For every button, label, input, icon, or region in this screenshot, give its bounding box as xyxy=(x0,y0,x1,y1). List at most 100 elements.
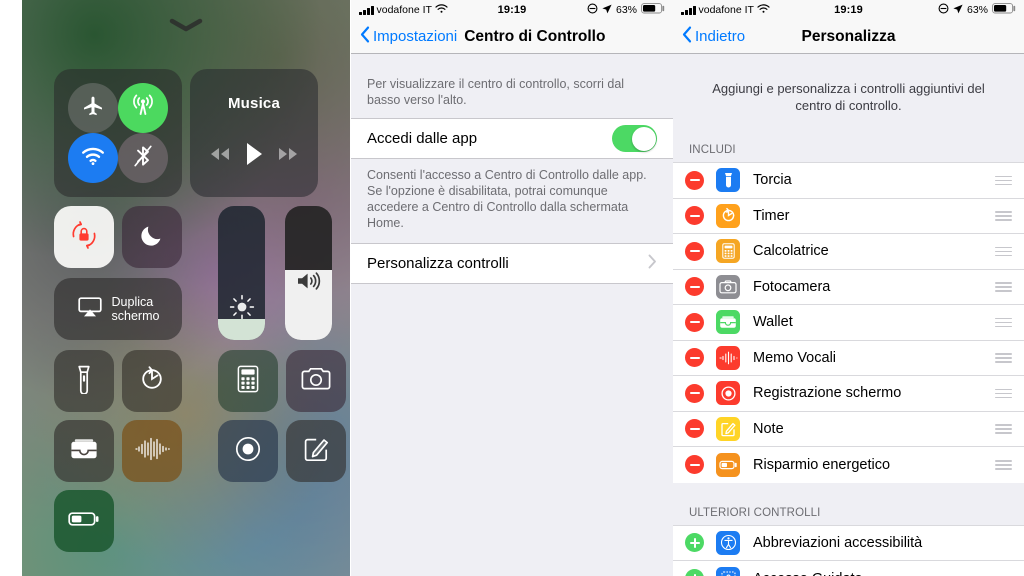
screen-recording-button[interactable] xyxy=(218,420,278,482)
calculator-icon xyxy=(716,239,740,264)
remove-control-button[interactable] xyxy=(685,312,704,332)
play-icon[interactable] xyxy=(243,141,265,172)
drag-handle-icon[interactable] xyxy=(995,317,1012,327)
chevron-down-icon xyxy=(168,18,204,32)
timer-button[interactable] xyxy=(122,350,182,412)
remove-control-button[interactable] xyxy=(685,419,704,439)
drag-handle-icon[interactable] xyxy=(995,353,1012,363)
calculator-button[interactable] xyxy=(218,350,278,412)
notes-button[interactable] xyxy=(286,420,346,482)
customize-controls-row[interactable]: Personalizza controlli xyxy=(351,243,673,284)
remove-control-button[interactable] xyxy=(685,348,704,368)
list-item-label: Abbreviazioni accessibilità xyxy=(753,534,923,551)
list-item[interactable]: Timer xyxy=(673,198,1024,234)
drag-handle-icon[interactable] xyxy=(995,211,1012,221)
camera-button[interactable] xyxy=(286,350,346,412)
rewind-icon[interactable] xyxy=(208,146,232,167)
screen-mirroring-button[interactable]: Duplica schermo xyxy=(54,278,182,340)
cellular-antenna-icon xyxy=(130,93,156,124)
list-item[interactable]: Torcia xyxy=(673,163,1024,199)
flashlight-icon xyxy=(716,168,740,193)
remove-control-button[interactable] xyxy=(685,455,704,475)
list-item-label: Registrazione schermo xyxy=(753,385,902,402)
bluetooth-button[interactable] xyxy=(118,133,168,183)
control-center-content: Musica Duplica schermo xyxy=(22,0,350,576)
timer-icon xyxy=(137,364,167,399)
flashlight-icon xyxy=(71,364,97,399)
screenshot-root: Musica Duplica schermo vodafone IT 19:19… xyxy=(0,0,1024,576)
back-button-label: Indietro xyxy=(695,28,746,45)
fast-forward-icon[interactable] xyxy=(276,146,300,167)
location-arrow-icon xyxy=(602,4,612,17)
brightness-slider[interactable] xyxy=(218,206,265,340)
list-item-label: Timer xyxy=(753,207,790,224)
list-item[interactable]: Fotocamera xyxy=(673,269,1024,305)
airplane-mode-button[interactable] xyxy=(68,83,118,133)
page-title: Centro di Controllo xyxy=(464,27,606,45)
list-item[interactable]: Calcolatrice xyxy=(673,234,1024,270)
remove-control-button[interactable] xyxy=(685,170,704,190)
settings-panel: vodafone IT 19:19 63% Impostazioni Centr… xyxy=(350,0,673,576)
list-item-label: Wallet xyxy=(753,314,793,331)
remove-control-button[interactable] xyxy=(685,277,704,297)
list-item-label: Memo Vocali xyxy=(753,349,837,366)
volume-icon xyxy=(295,269,323,298)
customize-status-bar: vodafone IT 19:19 63% xyxy=(673,0,1024,20)
chevron-left-icon xyxy=(682,26,692,47)
access-from-apps-toggle[interactable] xyxy=(612,125,657,152)
wallet-button[interactable] xyxy=(54,420,114,482)
status-bar-right: 63% xyxy=(938,3,1016,17)
control-center-grabber[interactable] xyxy=(22,14,350,36)
list-item[interactable]: Wallet xyxy=(673,305,1024,341)
list-item[interactable]: Memo Vocali xyxy=(673,340,1024,376)
airplay-icon xyxy=(77,296,103,323)
battery-percent-label: 63% xyxy=(615,4,637,16)
back-button[interactable]: Indietro xyxy=(682,26,745,47)
customize-panel: vodafone IT 19:19 63% Indietro Personali… xyxy=(673,0,1024,576)
volume-slider[interactable] xyxy=(285,206,332,340)
record-icon xyxy=(233,434,263,469)
drag-handle-icon[interactable] xyxy=(995,175,1012,185)
drag-handle-icon[interactable] xyxy=(995,282,1012,292)
remove-control-button[interactable] xyxy=(685,383,704,403)
wallet-icon xyxy=(716,310,740,335)
wifi-button[interactable] xyxy=(68,133,118,183)
list-item[interactable]: Abbreviazioni accessibilità xyxy=(673,525,1024,561)
rotation-lock-icon xyxy=(69,220,99,255)
list-item[interactable]: Accesso Guidato xyxy=(673,561,1024,576)
list-item[interactable]: Note xyxy=(673,411,1024,447)
screen-mirroring-label-line1: Duplica xyxy=(111,295,154,309)
more-controls-list: Abbreviazioni accessibilità Accesso Gui xyxy=(673,524,1024,576)
connectivity-tile[interactable] xyxy=(54,69,182,197)
remove-control-button[interactable] xyxy=(685,206,704,226)
list-item[interactable]: Registrazione schermo xyxy=(673,376,1024,412)
list-item[interactable]: Risparmio energetico xyxy=(673,447,1024,483)
access-from-apps-row[interactable]: Accedi dalle app xyxy=(351,118,673,159)
chevron-right-icon xyxy=(648,254,657,273)
drag-handle-icon[interactable] xyxy=(995,388,1012,398)
camera-icon xyxy=(300,366,332,397)
drag-handle-icon[interactable] xyxy=(995,424,1012,434)
drag-handle-icon[interactable] xyxy=(995,460,1012,470)
add-control-button[interactable] xyxy=(685,569,704,576)
rotation-lock-button[interactable] xyxy=(54,206,114,268)
do-not-disturb-button[interactable] xyxy=(122,206,182,268)
low-power-mode-button[interactable] xyxy=(54,490,114,552)
list-item-label: Risparmio energetico xyxy=(753,456,891,473)
list-item-label: Fotocamera xyxy=(753,278,831,295)
low-power-icon xyxy=(716,452,740,477)
list-item-label: Note xyxy=(753,420,784,437)
guided-access-icon xyxy=(716,566,740,576)
voice-memos-button[interactable] xyxy=(122,420,182,482)
battery-icon xyxy=(67,509,101,534)
do-not-disturb-icon xyxy=(587,3,598,17)
drag-handle-icon[interactable] xyxy=(995,246,1012,256)
now-playing-tile[interactable]: Musica xyxy=(190,69,318,197)
moon-icon xyxy=(138,221,166,254)
remove-control-button[interactable] xyxy=(685,241,704,261)
wifi-icon xyxy=(80,145,106,172)
flashlight-button[interactable] xyxy=(54,350,114,412)
add-control-button[interactable] xyxy=(685,533,704,553)
back-button[interactable]: Impostazioni Centro di Controllo xyxy=(360,26,605,47)
cellular-data-button[interactable] xyxy=(118,83,168,133)
